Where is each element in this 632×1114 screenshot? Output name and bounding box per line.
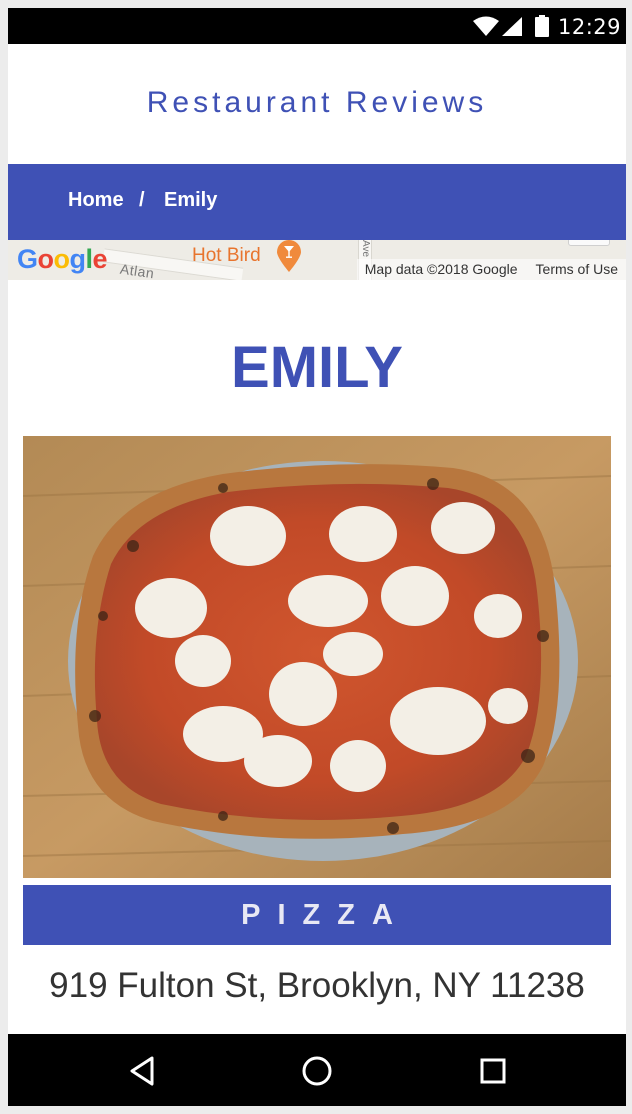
recents-icon[interactable] — [476, 1054, 510, 1088]
breadcrumb-separator: / — [139, 189, 145, 211]
map-data-credit: Map data ©2018 Google — [364, 261, 518, 277]
restaurant-name: EMILY — [231, 335, 403, 400]
breadcrumb: Home / Emily — [8, 164, 626, 240]
phone-screen: 12:29 Restaurant Reviews Home / Emily Av… — [8, 8, 626, 1106]
map-attribution: Map data ©2018 Google Terms of Use — [356, 259, 626, 280]
terms-of-use-link[interactable]: Terms of Use — [536, 261, 618, 277]
map-control[interactable] — [568, 240, 610, 246]
home-icon[interactable] — [300, 1054, 334, 1088]
breadcrumb-home-link[interactable]: Home — [68, 189, 124, 212]
status-bar: 12:29 — [8, 8, 626, 44]
map-poi-label[interactable]: Hot Bird — [192, 245, 261, 267]
site-header: Restaurant Reviews — [8, 44, 626, 164]
battery-icon — [535, 15, 549, 37]
cell-signal-icon — [502, 17, 522, 36]
map-pin-icon[interactable] — [276, 240, 302, 272]
status-time: 12:29 — [558, 15, 622, 39]
site-title[interactable]: Restaurant Reviews — [8, 86, 626, 120]
map-street-label: Ave — [360, 240, 371, 258]
breadcrumb-current: Emily — [164, 189, 218, 211]
back-icon[interactable] — [126, 1054, 160, 1088]
wifi-icon — [473, 16, 499, 36]
map[interactable]: Ave Atlan Google Hot Bird Map data ©2018… — [8, 240, 626, 280]
restaurant-address: 919 Fulton St, Brooklyn, NY 11238 — [49, 966, 585, 1005]
restaurant-photo — [23, 436, 611, 878]
cuisine-label: PIZZA — [23, 885, 611, 945]
google-logo: Google — [17, 244, 108, 274]
system-nav-bar — [8, 1034, 626, 1106]
